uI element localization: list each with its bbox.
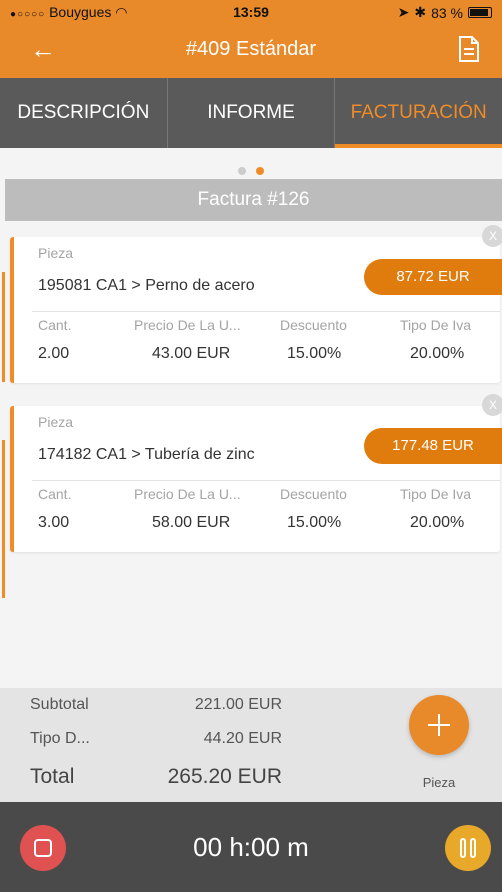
line-total-badge: 177.48 EUR <box>364 428 502 464</box>
unit-price-value: 43.00 EUR <box>152 345 231 362</box>
bluetooth-icon: ✱ <box>414 4 427 20</box>
unit-price-header: Precio De La U... <box>134 486 241 502</box>
add-piece-label: Pieza <box>422 775 456 790</box>
line-total-badge: 87.72 EUR <box>364 259 502 295</box>
tab-informe[interactable]: INFORME <box>168 78 336 148</box>
piece-value: 174182 CA1 > Tubería de zinc <box>38 446 255 463</box>
vat-value: 20.00% <box>410 514 465 531</box>
discount-value: 15.00% <box>287 514 342 531</box>
add-piece-plus-icon[interactable] <box>409 695 469 755</box>
battery-label: 83 % <box>431 4 463 21</box>
piece-label: Pieza <box>38 414 74 430</box>
status-right: ➤ ✱ 83 % <box>398 4 492 21</box>
page-title: #409 Estándar <box>185 38 317 60</box>
qty-header: Cant. <box>38 317 72 333</box>
discount-header: Descuento <box>280 317 347 333</box>
left-accent <box>2 272 5 382</box>
qty-header: Cant. <box>38 486 72 502</box>
page-indicator <box>0 162 502 180</box>
qty-value: 2.00 <box>38 345 70 362</box>
page-dot-active[interactable] <box>256 167 264 175</box>
piece-value: 195081 CA1 > Perno de acero <box>38 277 255 294</box>
invoice-title: Factura #126 <box>5 179 502 221</box>
vat-header: Tipo De Iva <box>400 486 472 502</box>
remove-item-close-icon[interactable]: X <box>482 225 502 247</box>
subtotal-value: 221.00 EUR <box>194 696 282 713</box>
discount-value: 15.00% <box>287 345 342 362</box>
nav-bar: ← #409 Estándar <box>0 24 502 78</box>
unit-price-header: Precio De La U... <box>134 317 241 333</box>
unit-price-value: 58.00 EUR <box>152 514 231 531</box>
left-accent <box>2 440 5 598</box>
subtotal-label: Subtotal <box>30 696 89 713</box>
total-label: Total <box>30 765 75 788</box>
status-bar: ●○○○○ Bouygues ◠ 13:59 ➤ ✱ 83 % <box>0 0 502 24</box>
tab-bar: DESCRIPCIÓN INFORME FACTURACIÓN <box>0 78 502 148</box>
pause-icon[interactable] <box>445 825 491 871</box>
vat-header: Tipo De Iva <box>400 317 472 333</box>
tax-label: Tipo D... <box>30 730 90 747</box>
document-icon[interactable] <box>458 36 480 67</box>
discount-header: Descuento <box>280 486 347 502</box>
tab-facturacion[interactable]: FACTURACIÓN <box>335 78 502 148</box>
battery-icon <box>468 7 492 18</box>
page-dot[interactable] <box>238 167 246 175</box>
total-value: 265.20 EUR <box>167 765 282 788</box>
divider <box>32 480 500 481</box>
remove-item-close-icon[interactable]: X <box>482 394 502 416</box>
vat-value: 20.00% <box>410 345 465 362</box>
divider <box>32 311 500 312</box>
line-item-card[interactable]: Pieza 174182 CA1 > Tubería de zinc 177.4… <box>10 394 502 552</box>
timer-display: 00 h:00 m <box>193 832 309 862</box>
timer-bar: 00 h:00 m <box>0 802 502 892</box>
tab-descripcion[interactable]: DESCRIPCIÓN <box>0 78 168 148</box>
location-icon: ➤ <box>397 4 410 20</box>
line-item-card[interactable]: Pieza 195081 CA1 > Perno de acero 87.72 … <box>10 225 502 383</box>
piece-label: Pieza <box>38 245 74 261</box>
tax-value: 44.20 EUR <box>203 730 282 747</box>
qty-value: 3.00 <box>38 514 70 531</box>
